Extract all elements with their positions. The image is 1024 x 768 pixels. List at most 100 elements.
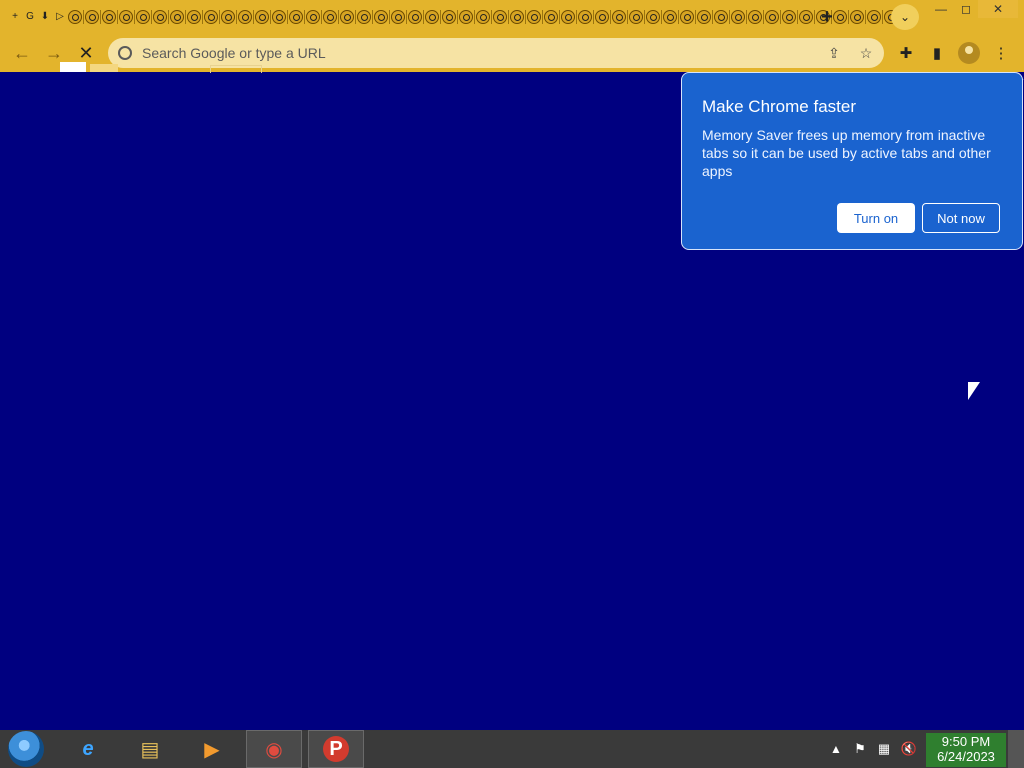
tab-favicon-icon[interactable]: @ [748,10,762,24]
tab-favicon-icon[interactable]: @ [170,10,184,24]
tab-separator [219,10,220,24]
tab-separator [678,10,679,24]
tab-favicon-icon[interactable]: @ [459,10,473,24]
menu-icon[interactable]: ⋮ [990,42,1012,64]
tab-favicon-icon[interactable]: @ [102,10,116,24]
close-window-button[interactable]: ✕ [978,0,1018,18]
tab-favicon-icon[interactable]: @ [867,10,881,24]
taskbar-item-chrome[interactable]: ◉ [246,730,302,768]
back-button[interactable]: ← [8,40,36,66]
tab-favicon-icon[interactable]: @ [544,10,558,24]
tab-favicon-icon[interactable]: @ [714,10,728,24]
tab-favicon-icon[interactable]: @ [442,10,456,24]
mouse-cursor-icon [968,382,980,400]
tab-separator [474,10,475,24]
tab-favicon-icon[interactable]: @ [153,10,167,24]
clock-date: 6/24/2023 [937,749,995,764]
tab-favicon-icon[interactable]: @ [850,10,864,24]
volume-muted-icon[interactable]: 🔇 [900,740,918,758]
tab-favicon-icon[interactable]: @ [357,10,371,24]
tab-separator [440,10,441,24]
taskbar-item-media[interactable]: ▶ [184,730,240,768]
tab-favicon-icon[interactable]: @ [578,10,592,24]
tab-favicon-icon[interactable]: @ [85,10,99,24]
action-center-flag-icon[interactable]: ⚑ [851,740,869,758]
tab-favicon-icon[interactable]: @ [374,10,388,24]
popup-title: Make Chrome faster [702,97,856,116]
tab-favicon-icon[interactable]: @ [204,10,218,24]
tab-favicon-icon[interactable]: @ [340,10,354,24]
google-g-icon[interactable]: G [23,10,37,24]
bookmark-star-icon[interactable]: ☆ [856,44,876,62]
maximize-button[interactable]: ◻ [953,0,979,18]
tab-favicon-icon[interactable]: @ [731,10,745,24]
tab-separator [797,10,798,24]
tab-favicon-icon[interactable]: @ [119,10,133,24]
tab-favicon-icon[interactable]: @ [646,10,660,24]
start-button[interactable] [8,731,44,767]
tab-favicon-icon[interactable]: @ [255,10,269,24]
tab-separator [168,10,169,24]
tab-favicon-icon[interactable]: @ [629,10,643,24]
taskbar-item-ie[interactable]: e [60,730,116,768]
tab-favicon-icon[interactable]: @ [493,10,507,24]
taskbar-item-app-p[interactable]: P [308,730,364,768]
tab-separator [865,10,866,24]
tab-favicon-icon[interactable]: @ [799,10,813,24]
turn-on-button[interactable]: Turn on [837,203,915,233]
play-icon[interactable]: ▷ [53,10,67,24]
tab-favicon-icon[interactable]: @ [391,10,405,24]
tab-separator [627,10,628,24]
tab-separator [287,10,288,24]
show-hidden-icons-icon[interactable]: ▲ [830,742,842,756]
tab-favicon-icon[interactable]: @ [306,10,320,24]
tab-separator [848,10,849,24]
tab-favicon-icon[interactable]: @ [680,10,694,24]
tab-favicon-icon[interactable]: @ [476,10,490,24]
tab-favicon-icon[interactable]: @ [561,10,575,24]
tab-favicon-icon[interactable]: @ [527,10,541,24]
new-tab-button[interactable]: + [814,6,840,28]
tab-separator [644,10,645,24]
tab-separator [457,10,458,24]
show-desktop-button[interactable] [1008,730,1024,768]
close-icon: ✕ [78,42,94,63]
profile-avatar[interactable] [958,42,980,64]
tab-favicon-icon[interactable]: @ [408,10,422,24]
tab-favicon-icon[interactable]: @ [136,10,150,24]
tab-favicon-icon[interactable]: @ [765,10,779,24]
tab-favicon-icon[interactable]: @ [595,10,609,24]
tab-favicon-icon[interactable]: @ [425,10,439,24]
back-arrow-icon: ← [13,42,31,63]
tab-separator [525,10,526,24]
tab-favicon-icon[interactable]: @ [187,10,201,24]
tab-favicon-icon[interactable]: @ [238,10,252,24]
extensions-icon[interactable]: ✚ [895,42,917,64]
system-clock[interactable]: 9:50 PM 6/24/2023 [926,733,1006,767]
tab-favicon-icon[interactable]: @ [510,10,524,24]
tab-favicon-icon[interactable]: @ [663,10,677,24]
plus-square-icon[interactable]: + [8,10,22,24]
tab-search-button[interactable]: ⌄ [891,4,919,30]
tab-favicon-icon[interactable]: @ [289,10,303,24]
tab-favicon-icon[interactable]: @ [221,10,235,24]
taskbar-item-explorer[interactable]: ▤ [122,730,178,768]
tab-favicon-icon[interactable]: @ [323,10,337,24]
minimize-button[interactable]: — [928,0,954,18]
share-icon[interactable]: ⇪ [824,44,844,62]
tab-separator [134,10,135,24]
tab-favicon-icon[interactable]: @ [68,10,82,24]
tab-favicon-icon[interactable]: @ [272,10,286,24]
google-g-icon [118,46,132,60]
tab-favicon-icon[interactable]: @ [697,10,711,24]
side-panel-icon[interactable]: ▮ [926,42,948,64]
not-now-button[interactable]: Not now [922,203,1000,233]
tab-separator [253,10,254,24]
network-icon[interactable]: ▦ [875,740,893,758]
tab-separator [185,10,186,24]
tab-favicon-icon[interactable]: @ [612,10,626,24]
tab-favicon-icon[interactable]: @ [782,10,796,24]
tab-separator [151,10,152,24]
tab-separator [729,10,730,24]
download-icon[interactable]: ⬇ [38,10,52,24]
